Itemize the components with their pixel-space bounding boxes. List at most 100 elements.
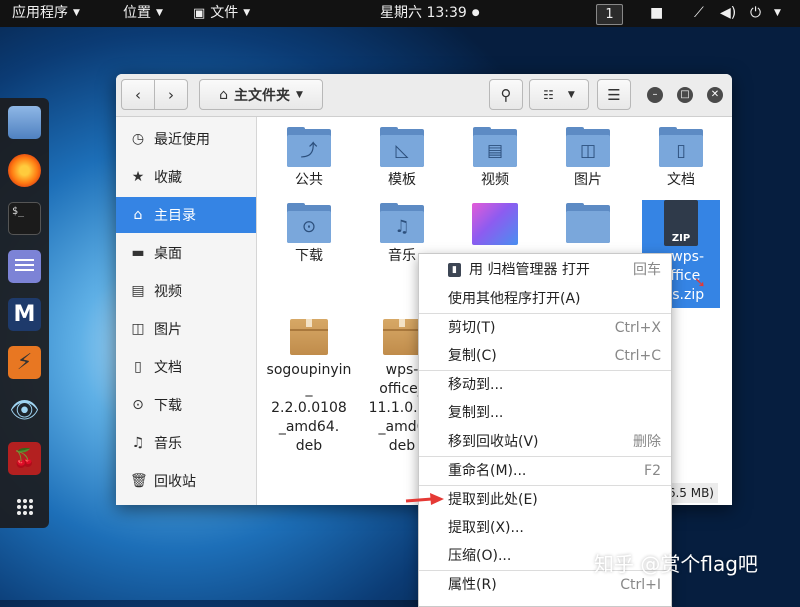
- menu-item-open-with[interactable]: 使用其他程序打开(A): [419, 285, 671, 313]
- caret-down-icon: ▼: [156, 8, 163, 18]
- applications-menu[interactable]: 应用程序 ▼: [12, 0, 80, 27]
- file-item-folder[interactable]: [545, 203, 631, 247]
- menu-item-open-archive-manager[interactable]: ▮ 用 归档管理器 打开 回车: [419, 256, 671, 284]
- location-label: 主文件夹: [233, 87, 290, 104]
- zaproxy-icon[interactable]: 👁: [8, 394, 41, 427]
- folder-icon: ▤: [473, 127, 517, 167]
- files-launcher-icon[interactable]: [8, 106, 41, 139]
- menu-item-label: 复制到...: [448, 405, 504, 421]
- sidebar-item-label: 主目录: [154, 208, 196, 224]
- cherrytree-icon[interactable]: 🍒: [8, 442, 41, 475]
- sidebar-item-music[interactable]: ♫ 音乐: [116, 425, 256, 461]
- sidebar-item-label: 下载: [154, 398, 182, 414]
- sidebar-item-recent[interactable]: ◷ 最近使用: [116, 121, 256, 157]
- sidebar-item-label: 最近使用: [154, 132, 210, 148]
- file-name-line: sogoupinyin: [266, 362, 352, 378]
- star-icon: ★: [131, 169, 145, 185]
- files-app-menu[interactable]: ▣ 文件 ▼: [193, 0, 250, 27]
- power-icon[interactable]: ⏻: [750, 0, 761, 27]
- burpsuite-icon[interactable]: ⚡: [8, 346, 41, 379]
- sidebar-item-label: 文档: [154, 360, 182, 376]
- package-icon: [383, 319, 421, 355]
- close-button[interactable]: ✕: [707, 87, 723, 103]
- network-icon[interactable]: ⟋: [694, 0, 704, 27]
- app-grid-icon[interactable]: [8, 490, 41, 523]
- document-icon: ▯: [134, 359, 142, 375]
- file-item-downloads[interactable]: ⊙ 下载: [266, 203, 352, 266]
- sidebar-item-desktop[interactable]: ▬ 桌面: [116, 235, 256, 271]
- menu-item-cut[interactable]: 剪切(T) Ctrl+X: [419, 314, 671, 342]
- volume-icon[interactable]: ◀): [720, 0, 736, 27]
- sidebar-item-label: 视频: [154, 284, 182, 300]
- file-item-sogoupinyin[interactable]: sogoupinyin _ 2.2.0.0108 _amd64. deb: [266, 319, 352, 456]
- archive-manager-icon: ▮: [448, 263, 461, 277]
- terminal-icon[interactable]: $_: [8, 202, 41, 235]
- list-view-icon: ☷: [543, 87, 554, 102]
- menu-item-label: 压缩(O)...: [448, 548, 512, 564]
- workspace-indicator[interactable]: 1: [596, 4, 623, 25]
- caret-down-icon: ▼: [243, 8, 251, 18]
- maximize-button[interactable]: □: [677, 87, 693, 103]
- forward-button[interactable]: ›: [154, 79, 188, 110]
- menu-item-extract-to[interactable]: 提取到(X)...: [419, 514, 671, 542]
- search-button[interactable]: ⚲: [489, 79, 523, 110]
- camera-icon[interactable]: ■: [650, 0, 663, 27]
- chevron-left-icon: ‹: [135, 85, 141, 104]
- folder-icon: ⊙: [287, 203, 331, 243]
- sidebar-item-videos[interactable]: ▤ 视频: [116, 273, 256, 309]
- folder-icon: ◺: [380, 127, 424, 167]
- menu-item-label: 用 归档管理器 打开: [469, 262, 590, 278]
- music-icon: ♫: [380, 211, 424, 243]
- menu-button[interactable]: ☰: [597, 79, 631, 110]
- file-name: 文档: [667, 172, 695, 188]
- file-item-videos[interactable]: ▤ 视频: [452, 127, 538, 190]
- menu-item-label: 移到回收站(V): [448, 434, 539, 450]
- file-item-templates[interactable]: ◺ 模板: [359, 127, 445, 190]
- folder-icon: ♫: [380, 203, 424, 243]
- menu-item-move-to-trash[interactable]: 移到回收站(V) 删除: [419, 428, 671, 456]
- minimize-button[interactable]: –: [647, 87, 663, 103]
- menu-item-copy[interactable]: 复制(C) Ctrl+C: [419, 342, 671, 370]
- menu-item-label: 重命名(M)...: [448, 463, 527, 479]
- file-name: 模板: [388, 172, 416, 188]
- sidebar-item-documents[interactable]: ▯ 文档: [116, 349, 256, 385]
- file-item-desktop[interactable]: [452, 203, 538, 245]
- metasploit-icon[interactable]: M: [8, 298, 41, 331]
- chevron-right-icon: ›: [168, 85, 174, 104]
- image-icon: ◫: [131, 321, 145, 337]
- search-icon: ⚲: [500, 85, 512, 104]
- menu-item-label: 提取到此处(E): [448, 492, 538, 508]
- hamburger-icon: ☰: [607, 85, 621, 104]
- share-icon: ⤴: [287, 135, 331, 167]
- location-button[interactable]: ⌂ 主文件夹 ▼: [199, 79, 323, 110]
- sidebar-item-pictures[interactable]: ◫ 图片: [116, 311, 256, 347]
- file-item-documents[interactable]: ▯ 文档: [638, 127, 724, 190]
- menu-item-copy-to[interactable]: 复制到...: [419, 399, 671, 427]
- text-editor-icon[interactable]: [8, 250, 41, 283]
- file-item-public[interactable]: ⤴ 公共: [266, 127, 352, 190]
- menu-item-label: 使用其他程序打开(A): [448, 291, 581, 307]
- sidebar-item-starred[interactable]: ★ 收藏: [116, 159, 256, 195]
- menu-item-move-to[interactable]: 移动到...: [419, 371, 671, 399]
- folder-icon: ◫: [566, 127, 610, 167]
- sidebar-item-label: 图片: [154, 322, 182, 338]
- watermark: 知乎 @赏个flag吧: [594, 552, 758, 576]
- back-button[interactable]: ‹: [121, 79, 155, 110]
- menu-item-shortcut: 回车: [633, 262, 661, 278]
- caret-down-icon[interactable]: ▼: [774, 0, 781, 27]
- view-options-button[interactable]: ☷ ▼: [529, 79, 589, 110]
- folder-icon: ▯: [659, 127, 703, 167]
- desktop-folder-icon: [472, 203, 518, 245]
- sidebar-item-trash[interactable]: 🗑 回收站: [116, 463, 256, 499]
- places-menu[interactable]: 位置 ▼: [123, 0, 163, 27]
- sidebar-item-home[interactable]: ⌂ 主目录: [116, 197, 256, 233]
- sidebar-item-downloads[interactable]: ⊙ 下载: [116, 387, 256, 423]
- clock[interactable]: 星期六 13:39 ●: [380, 0, 480, 27]
- header-bar: ‹ › ⌂ 主文件夹 ▼ ⚲ ☷ ▼ ☰ – □ ✕: [116, 74, 732, 117]
- menu-item-label: 提取到(X)...: [448, 520, 524, 536]
- file-item-pictures[interactable]: ◫ 图片: [545, 127, 631, 190]
- menu-item-rename[interactable]: 重命名(M)... F2: [419, 457, 671, 485]
- home-icon: ⌂: [219, 86, 228, 103]
- firefox-icon[interactable]: [8, 154, 41, 187]
- menu-item-extract-here[interactable]: 提取到此处(E): [419, 486, 671, 514]
